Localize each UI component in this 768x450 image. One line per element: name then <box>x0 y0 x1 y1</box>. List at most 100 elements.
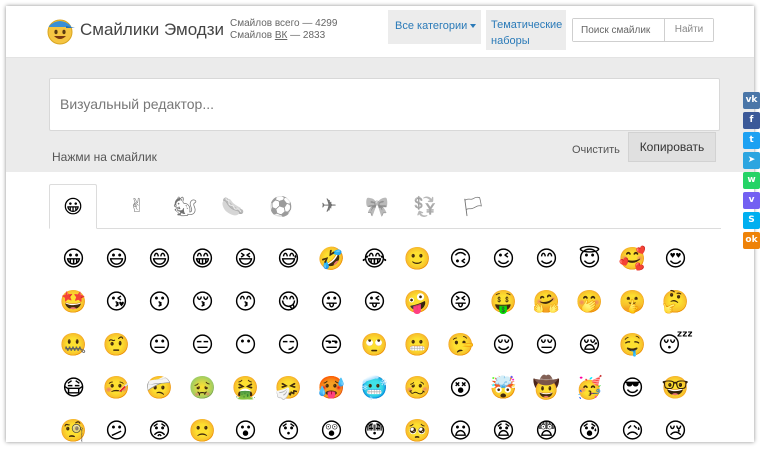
emoji-cell[interactable]: 🤑 <box>482 281 525 324</box>
visual-editor[interactable]: Визуальный редактор... <box>49 78 720 131</box>
nav-theme-sets[interactable]: Тематические наборы <box>486 10 566 50</box>
tab-flags-icon[interactable]: 🏳 <box>453 184 493 228</box>
emoji-cell[interactable]: 🤐 <box>52 324 95 367</box>
emoji-cell[interactable]: 😕 <box>95 410 138 442</box>
emoji-cell[interactable]: 🥴 <box>396 367 439 410</box>
emoji-cell[interactable]: 😥 <box>611 410 654 442</box>
emoji-cell[interactable]: 🙃 <box>439 238 482 281</box>
emoji-cell[interactable]: 🤕 <box>138 367 181 410</box>
emoji-cell[interactable]: 😢 <box>654 410 697 442</box>
emoji-cell[interactable]: 😃 <box>95 238 138 281</box>
twitter-icon[interactable]: t <box>743 132 760 149</box>
emoji-cell[interactable]: 😎 <box>611 367 654 410</box>
emoji-cell[interactable]: 😊 <box>525 238 568 281</box>
tab-smileys-icon[interactable]: 😀 <box>49 184 97 229</box>
emoji-cell[interactable]: 😆 <box>224 238 267 281</box>
emoji-cell[interactable]: 😅 <box>267 238 310 281</box>
emoji-cell[interactable]: 😜 <box>353 281 396 324</box>
emoji-cell[interactable]: 😚 <box>181 281 224 324</box>
emoji-cell[interactable]: 😒 <box>310 324 353 367</box>
emoji-cell[interactable]: 🙄 <box>353 324 396 367</box>
emoji-cell[interactable]: 🤥 <box>439 324 482 367</box>
emoji-cell[interactable]: 🤩 <box>52 281 95 324</box>
emoji-cell[interactable]: 🤪 <box>396 281 439 324</box>
emoji-cell[interactable]: 🤓 <box>654 367 697 410</box>
emoji-cell[interactable]: 😪 <box>568 324 611 367</box>
emoji-cell[interactable]: 😮 <box>224 410 267 442</box>
emoji-cell[interactable]: 😝 <box>439 281 482 324</box>
emoji-cell[interactable]: 🤢 <box>181 367 224 410</box>
emoji-cell[interactable]: 😵 <box>439 367 482 410</box>
emoji-cell[interactable]: 😔 <box>525 324 568 367</box>
emoji-cell[interactable]: 😨 <box>525 410 568 442</box>
emoji-cell[interactable]: 😟 <box>138 410 181 442</box>
emoji-cell[interactable]: 😬 <box>396 324 439 367</box>
logo-icon[interactable] <box>44 14 76 46</box>
emoji-cell[interactable]: 🤤 <box>611 324 654 367</box>
emoji-cell[interactable]: 🤯 <box>482 367 525 410</box>
viber-icon[interactable]: v <box>743 192 760 209</box>
emoji-cell[interactable]: 😏 <box>267 324 310 367</box>
emoji-cell[interactable]: 🤮 <box>224 367 267 410</box>
copy-button[interactable]: Копировать <box>628 132 716 162</box>
tab-sports-icon[interactable]: ⚽ <box>261 184 301 228</box>
emoji-cell[interactable]: 😐 <box>138 324 181 367</box>
emoji-cell[interactable]: 😯 <box>267 410 310 442</box>
emoji-cell[interactable]: 🥶 <box>353 367 396 410</box>
clear-button[interactable]: Очистить <box>572 144 620 156</box>
emoji-cell[interactable]: 🥳 <box>568 367 611 410</box>
emoji-cell[interactable]: 😀 <box>52 238 95 281</box>
emoji-cell[interactable]: 🤫 <box>611 281 654 324</box>
tab-food-icon[interactable]: 🌭 <box>213 184 253 228</box>
emoji-cell[interactable]: 🤣 <box>310 238 353 281</box>
nav-all-categories[interactable]: Все категории <box>388 10 481 44</box>
emoji-cell[interactable]: 😧 <box>482 410 525 442</box>
emoji-cell[interactable]: 🧐 <box>52 410 95 442</box>
emoji-cell[interactable]: 😶 <box>224 324 267 367</box>
emoji-cell[interactable]: 😇 <box>568 238 611 281</box>
skype-icon[interactable]: S <box>743 212 760 229</box>
emoji-cell[interactable]: 🥺 <box>396 410 439 442</box>
tab-travel-icon[interactable]: ✈ <box>309 184 349 228</box>
emoji-cell[interactable]: 🤒 <box>95 367 138 410</box>
emoji-cell[interactable]: 🤨 <box>95 324 138 367</box>
telegram-icon[interactable]: ➤ <box>743 152 760 169</box>
emoji-cell[interactable]: 😁 <box>181 238 224 281</box>
emoji-cell[interactable]: 🤧 <box>267 367 310 410</box>
site-title[interactable]: Смайлики Эмодзи <box>80 20 224 40</box>
whatsapp-icon[interactable]: w <box>743 172 760 189</box>
search-button[interactable]: Найти <box>665 19 713 41</box>
emoji-cell[interactable]: 😉 <box>482 238 525 281</box>
emoji-cell[interactable]: 😰 <box>568 410 611 442</box>
vk-icon[interactable]: vk <box>743 92 760 109</box>
emoji-cell[interactable]: 😲 <box>310 410 353 442</box>
tab-symbols-icon[interactable]: 💱 <box>405 184 445 228</box>
tab-animals-icon[interactable]: 🐿 <box>165 184 205 228</box>
emoji-cell[interactable]: 🤭 <box>568 281 611 324</box>
search-input[interactable] <box>573 19 665 41</box>
emoji-cell[interactable]: 😌 <box>482 324 525 367</box>
emoji-cell[interactable]: 🤠 <box>525 367 568 410</box>
facebook-icon[interactable]: f <box>743 112 760 129</box>
emoji-cell[interactable]: 😑 <box>181 324 224 367</box>
emoji-cell[interactable]: 🤔 <box>654 281 697 324</box>
stats-vk-link[interactable]: ВК <box>275 30 288 41</box>
emoji-cell[interactable]: 😴 <box>654 324 697 367</box>
odnoklassniki-icon[interactable]: ok <box>743 232 760 249</box>
emoji-cell[interactable]: 😋 <box>267 281 310 324</box>
emoji-cell[interactable]: 😍 <box>654 238 697 281</box>
emoji-cell[interactable]: 😦 <box>439 410 482 442</box>
emoji-cell[interactable]: 🥵 <box>310 367 353 410</box>
emoji-cell[interactable]: 🙂 <box>396 238 439 281</box>
emoji-cell[interactable]: 🙁 <box>181 410 224 442</box>
emoji-cell[interactable]: 😷 <box>52 367 95 410</box>
emoji-cell[interactable]: 😗 <box>138 281 181 324</box>
tab-objects-icon[interactable]: 🎀 <box>357 184 397 228</box>
emoji-cell[interactable]: 😳 <box>353 410 396 442</box>
emoji-cell[interactable]: 😙 <box>224 281 267 324</box>
emoji-cell[interactable]: 🤗 <box>525 281 568 324</box>
emoji-cell[interactable]: 😂 <box>353 238 396 281</box>
emoji-cell[interactable]: 😛 <box>310 281 353 324</box>
tab-people-icon[interactable]: ✌ <box>117 184 157 228</box>
emoji-cell[interactable]: 😄 <box>138 238 181 281</box>
